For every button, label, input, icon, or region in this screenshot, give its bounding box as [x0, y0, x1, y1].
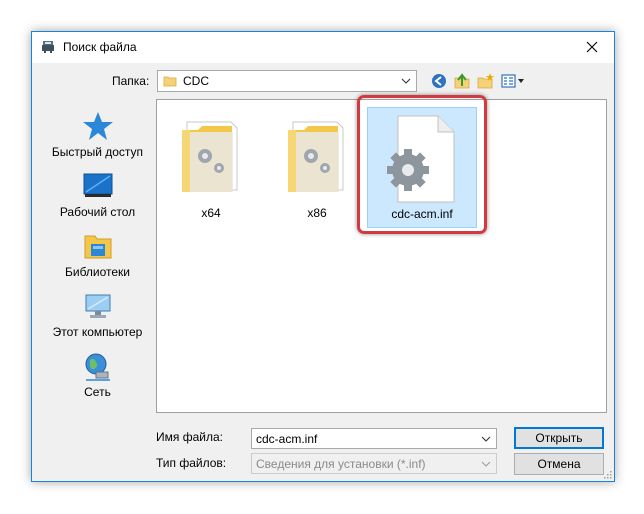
place-label: Сеть — [84, 385, 111, 399]
place-this-pc[interactable]: Этот компьютер — [42, 288, 153, 346]
filetype-label: Тип файлов: — [156, 456, 227, 470]
filetype-combo: Сведения для установки (*.inf) — [251, 453, 497, 474]
app-icon — [42, 41, 54, 53]
close-icon — [586, 41, 597, 53]
resize-grip-icon[interactable] — [602, 469, 612, 479]
filetype-value: Сведения для установки (*.inf) — [256, 457, 426, 471]
file-item-x86[interactable]: x86 — [275, 114, 359, 222]
file-item-cdc-acm-inf[interactable]: cdc-acm.inf — [367, 107, 477, 228]
lookin-dropdown[interactable]: CDC — [157, 70, 417, 92]
chevron-down-icon[interactable] — [480, 432, 492, 446]
cancel-button[interactable]: Отмена — [514, 453, 604, 475]
place-label: Библиотеки — [64, 265, 130, 279]
up-folder-button[interactable] — [452, 72, 472, 90]
file-item-x64[interactable]: x64 — [169, 114, 253, 222]
open-file-dialog: Поиск файла Папка: CDC Быстрый доступ Ра… — [31, 31, 615, 482]
libraries-icon — [84, 235, 112, 259]
place-desktop[interactable]: Рабочий стол — [42, 168, 153, 226]
place-libraries[interactable]: Библиотеки — [42, 228, 153, 286]
place-quick-access[interactable]: Быстрый доступ — [42, 108, 153, 166]
lookin-value: CDC — [183, 74, 209, 88]
folder-icon — [163, 76, 177, 87]
place-network[interactable]: Сеть — [42, 348, 153, 406]
filename-combo[interactable]: cdc-acm.inf — [251, 428, 497, 449]
file-name: x64 — [201, 206, 221, 220]
up-folder-icon — [454, 73, 470, 89]
back-button[interactable] — [429, 72, 449, 90]
filename-label: Имя файла: — [156, 430, 223, 444]
place-label: Этот компьютер — [52, 325, 143, 339]
window-title: Поиск файла — [63, 40, 137, 54]
back-icon — [432, 74, 446, 88]
chevron-down-icon — [481, 461, 491, 467]
place-label: Быстрый доступ — [51, 145, 144, 159]
settings-file-icon — [387, 115, 455, 203]
close-button[interactable] — [569, 32, 614, 62]
places-bar: Быстрый доступ Рабочий стол Библиотеки Э… — [42, 100, 153, 417]
file-name: cdc-acm.inf — [391, 207, 453, 221]
folder-icon — [182, 121, 238, 192]
network-icon — [85, 353, 110, 381]
view-menu-icon — [501, 74, 524, 88]
this-pc-icon — [85, 294, 111, 318]
folder-icon — [288, 121, 344, 192]
title-bar: Поиск файла — [32, 32, 614, 63]
place-label: Рабочий стол — [59, 205, 136, 219]
view-menu-button[interactable] — [500, 72, 526, 90]
open-button[interactable]: Открыть — [514, 427, 604, 449]
filename-value: cdc-acm.inf — [256, 432, 318, 446]
new-folder-button[interactable] — [476, 72, 496, 90]
desktop-icon — [83, 173, 113, 197]
file-list[interactable]: x64 x86 cdc-acm.inf — [156, 99, 607, 413]
chevron-down-icon — [401, 78, 411, 84]
file-name: x86 — [307, 206, 327, 220]
lookin-label: Папка: — [112, 74, 150, 88]
quick-access-star-icon — [83, 112, 113, 140]
new-folder-icon — [477, 73, 494, 89]
